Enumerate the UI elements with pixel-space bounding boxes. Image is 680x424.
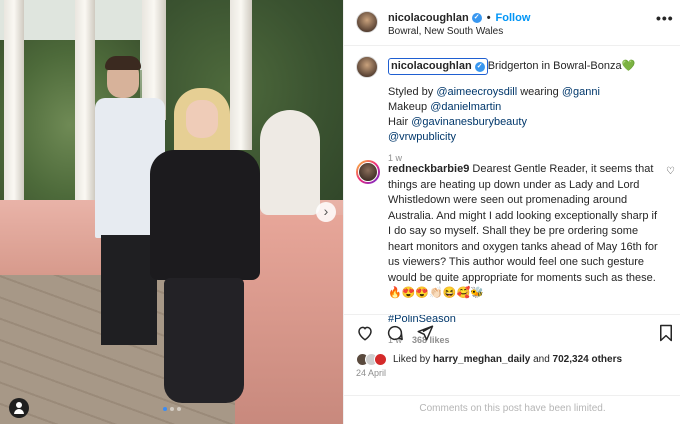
carousel-dot (177, 407, 181, 411)
photo-dog-statue (260, 110, 320, 215)
post-username[interactable]: nicolacoughlan (388, 12, 469, 24)
photo-column (75, 0, 95, 205)
post-location[interactable]: Bowral, New South Wales (388, 26, 503, 37)
carousel-dots (163, 407, 181, 411)
comment-username[interactable]: redneckbarbie9 (388, 163, 469, 175)
separator: • (486, 12, 491, 24)
tagged-users-icon[interactable] (9, 398, 29, 418)
photo-column (4, 0, 24, 205)
verified-icon: ✓ (474, 61, 485, 72)
photo-woman (150, 88, 260, 408)
avatar[interactable] (356, 11, 378, 33)
carousel-dot-active (163, 407, 167, 411)
post-header: nicolacoughlan ✓ • Follow Bowral, New So… (344, 0, 680, 46)
caption-wearing-label: wearing (517, 86, 562, 98)
bookmark-icon[interactable] (656, 323, 676, 343)
chevron-right-icon[interactable]: › (316, 202, 336, 222)
mention-link[interactable]: @ganni (562, 86, 600, 98)
caption-styled-label: Styled by (388, 86, 437, 98)
instagram-post-view: › nicolacoughlan ✓ • Follow Bowral, New … (0, 0, 680, 424)
caption-username[interactable]: nicolacoughlan (391, 59, 472, 74)
liked-by-and: and (530, 354, 553, 365)
liked-by-avatars[interactable] (356, 353, 387, 366)
mention-link[interactable]: @gavinanesburybeauty (411, 116, 527, 128)
liked-by-prefix: Liked by (393, 354, 434, 365)
avatar[interactable] (356, 160, 380, 184)
comments-limited-notice: Comments on this post have been limited. (344, 395, 680, 424)
green-heart-emoji: 💚 (621, 60, 636, 72)
comment-like-icon[interactable]: ♡ (666, 166, 675, 177)
mention-link[interactable]: @aimeecroysdill (436, 86, 517, 98)
post-sidebar: nicolacoughlan ✓ • Follow Bowral, New So… (343, 0, 680, 424)
more-options-icon[interactable]: ••• (656, 10, 674, 26)
comment-text: Dearest Gentle Reader, it seems that thi… (388, 163, 658, 299)
caption-text: Bridgerton in Bowral-Bonza (487, 60, 622, 72)
share-icon[interactable] (415, 323, 435, 343)
avatar[interactable] (356, 56, 378, 78)
avatar (374, 353, 387, 366)
caption-body: nicolacoughlan ✓ Bridgerton in Bowral-Bonz… (388, 58, 671, 166)
comment-icon[interactable] (385, 323, 405, 343)
liked-by-row: Liked by harry_meghan_daily and 702,324 … (356, 353, 622, 366)
follow-button[interactable]: Follow (496, 12, 531, 24)
heart-icon[interactable] (355, 323, 375, 343)
caption-hair-label: Hair (388, 116, 412, 128)
mention-link[interactable]: @danielmartin (430, 101, 501, 113)
post-photo[interactable]: › (0, 0, 343, 424)
post-date[interactable]: 24 April (356, 368, 386, 378)
caption-makeup-label: Makeup (388, 101, 431, 113)
verified-icon: ✓ (471, 13, 482, 23)
liked-by-count[interactable]: 702,324 others (553, 354, 623, 365)
carousel-dot (170, 407, 174, 411)
caption-username-highlight[interactable]: nicolacoughlan ✓ (388, 58, 488, 75)
liked-by-user[interactable]: harry_meghan_daily (433, 354, 530, 365)
mention-link[interactable]: @vrwpublicity (388, 131, 456, 143)
post-actions: Liked by harry_meghan_daily and 702,324 … (344, 314, 680, 424)
